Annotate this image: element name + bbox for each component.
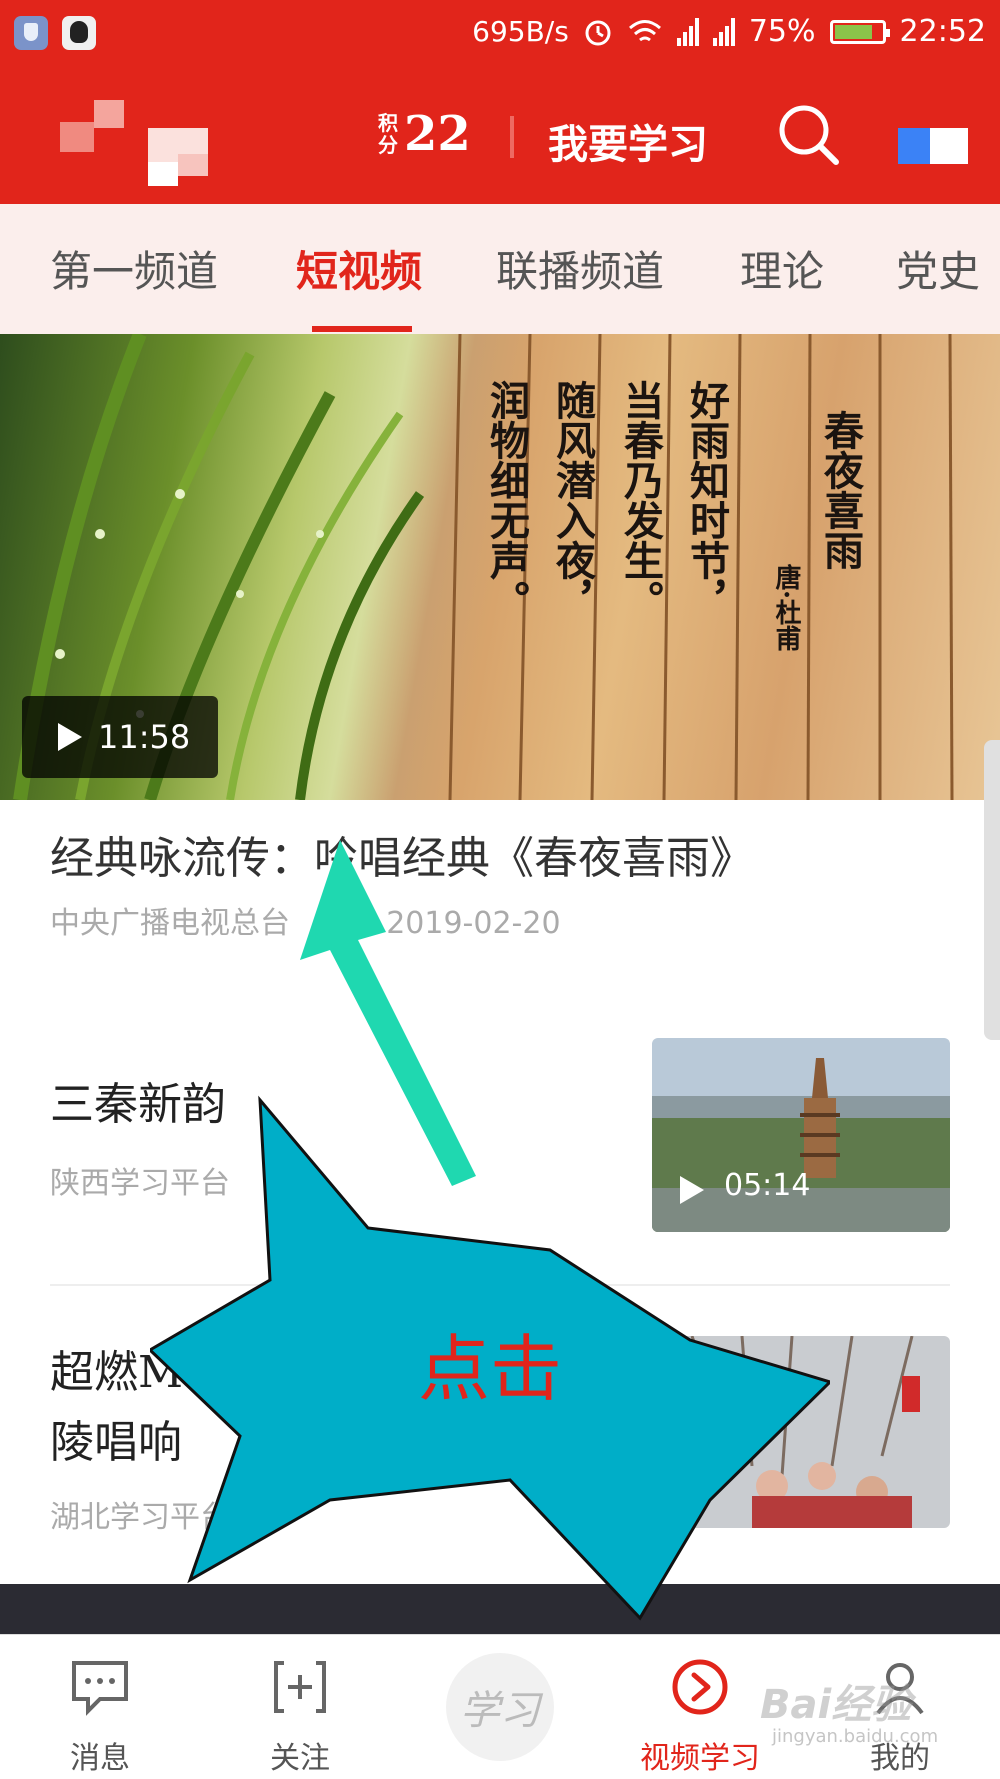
tab-broadcast-channel[interactable]: 联播频道 xyxy=(496,238,664,299)
header-divider xyxy=(510,116,514,158)
channel-tabs: 第一频道 短视频 联播频道 理论 党史 xyxy=(0,204,1000,334)
nav-follow[interactable]: 关注 xyxy=(230,1635,370,1779)
qq-icon xyxy=(62,16,96,50)
scrollbar-handle[interactable] xyxy=(984,740,1000,1040)
score-value: 22 xyxy=(404,106,471,162)
score-label: 积 分 xyxy=(378,111,398,157)
watermark-logo: Bai经验 xyxy=(760,1682,912,1728)
watermark-url: jingyan.baidu.com xyxy=(772,1726,939,1747)
shield-icon xyxy=(14,16,48,50)
poem-line: 好雨知时节， xyxy=(683,380,730,620)
follow-icon xyxy=(274,1661,326,1713)
active-tab-indicator xyxy=(312,326,412,332)
net-speed: 695B/s xyxy=(472,15,569,48)
poem-author: 唐·杜甫 xyxy=(771,564,801,652)
hero-video[interactable]: 润物细无声。 随风潜入夜， 当春乃发生。 好雨知时节， 唐·杜甫 春夜喜雨 11… xyxy=(0,334,1000,800)
poem-line: 润物细无声。 xyxy=(483,380,530,620)
nav-study[interactable]: 学习 xyxy=(446,1653,554,1761)
video-play-icon xyxy=(672,1659,728,1715)
pointer-arrow xyxy=(300,840,476,1186)
wifi-icon xyxy=(628,19,661,41)
app-logo[interactable] xyxy=(60,100,240,190)
score-display[interactable]: 积 分 22 xyxy=(378,106,471,162)
bamboo-slips: 润物细无声。 随风潜入夜， 当春乃发生。 好雨知时节， 唐·杜甫 春夜喜雨 xyxy=(420,334,1000,800)
status-bar: 695B/s 75% 22:52 xyxy=(0,0,1000,72)
tab-theory[interactable]: 理论 xyxy=(740,238,824,299)
alarm-icon xyxy=(585,20,611,45)
click-label: 点击 xyxy=(418,1327,563,1411)
tab-short-video[interactable]: 短视频 xyxy=(296,238,422,299)
nav-label: 视频学习 xyxy=(640,1741,760,1776)
signal-icon xyxy=(712,17,735,46)
clock: 22:52 xyxy=(899,14,986,49)
status-right: 695B/s 75% 22:52 xyxy=(472,14,986,49)
nav-label: 消息 xyxy=(70,1741,130,1776)
avatar[interactable] xyxy=(898,128,968,164)
poem-line: 随风潜入夜， xyxy=(549,380,596,620)
battery-icon xyxy=(829,19,890,44)
nav-video-study[interactable]: 视频学习 xyxy=(630,1635,770,1779)
nav-label: 关注 xyxy=(270,1741,330,1776)
poem-line: 当春乃发生。 xyxy=(617,380,664,620)
signal-icon xyxy=(676,17,699,46)
study-logo: 学习 xyxy=(460,1688,540,1734)
video-duration-badge: 11:58 xyxy=(22,696,218,778)
video-duration: 11:58 xyxy=(98,718,191,756)
status-left-icons xyxy=(14,16,96,50)
poem-title: 春夜喜雨 xyxy=(817,410,864,570)
study-button[interactable]: 我要学习 xyxy=(548,112,708,170)
app-header: 积 分 22 我要学习 xyxy=(0,72,1000,204)
featured-source: 中央广播电视总台 xyxy=(50,906,290,941)
battery-percent: 75% xyxy=(748,14,816,49)
nav-messages[interactable]: 消息 xyxy=(30,1635,170,1779)
tab-party-history[interactable]: 党史 xyxy=(896,238,980,299)
play-icon xyxy=(58,723,82,751)
search-icon[interactable] xyxy=(776,102,842,168)
message-icon xyxy=(72,1661,128,1716)
tab-first-channel[interactable]: 第一频道 xyxy=(50,238,218,299)
